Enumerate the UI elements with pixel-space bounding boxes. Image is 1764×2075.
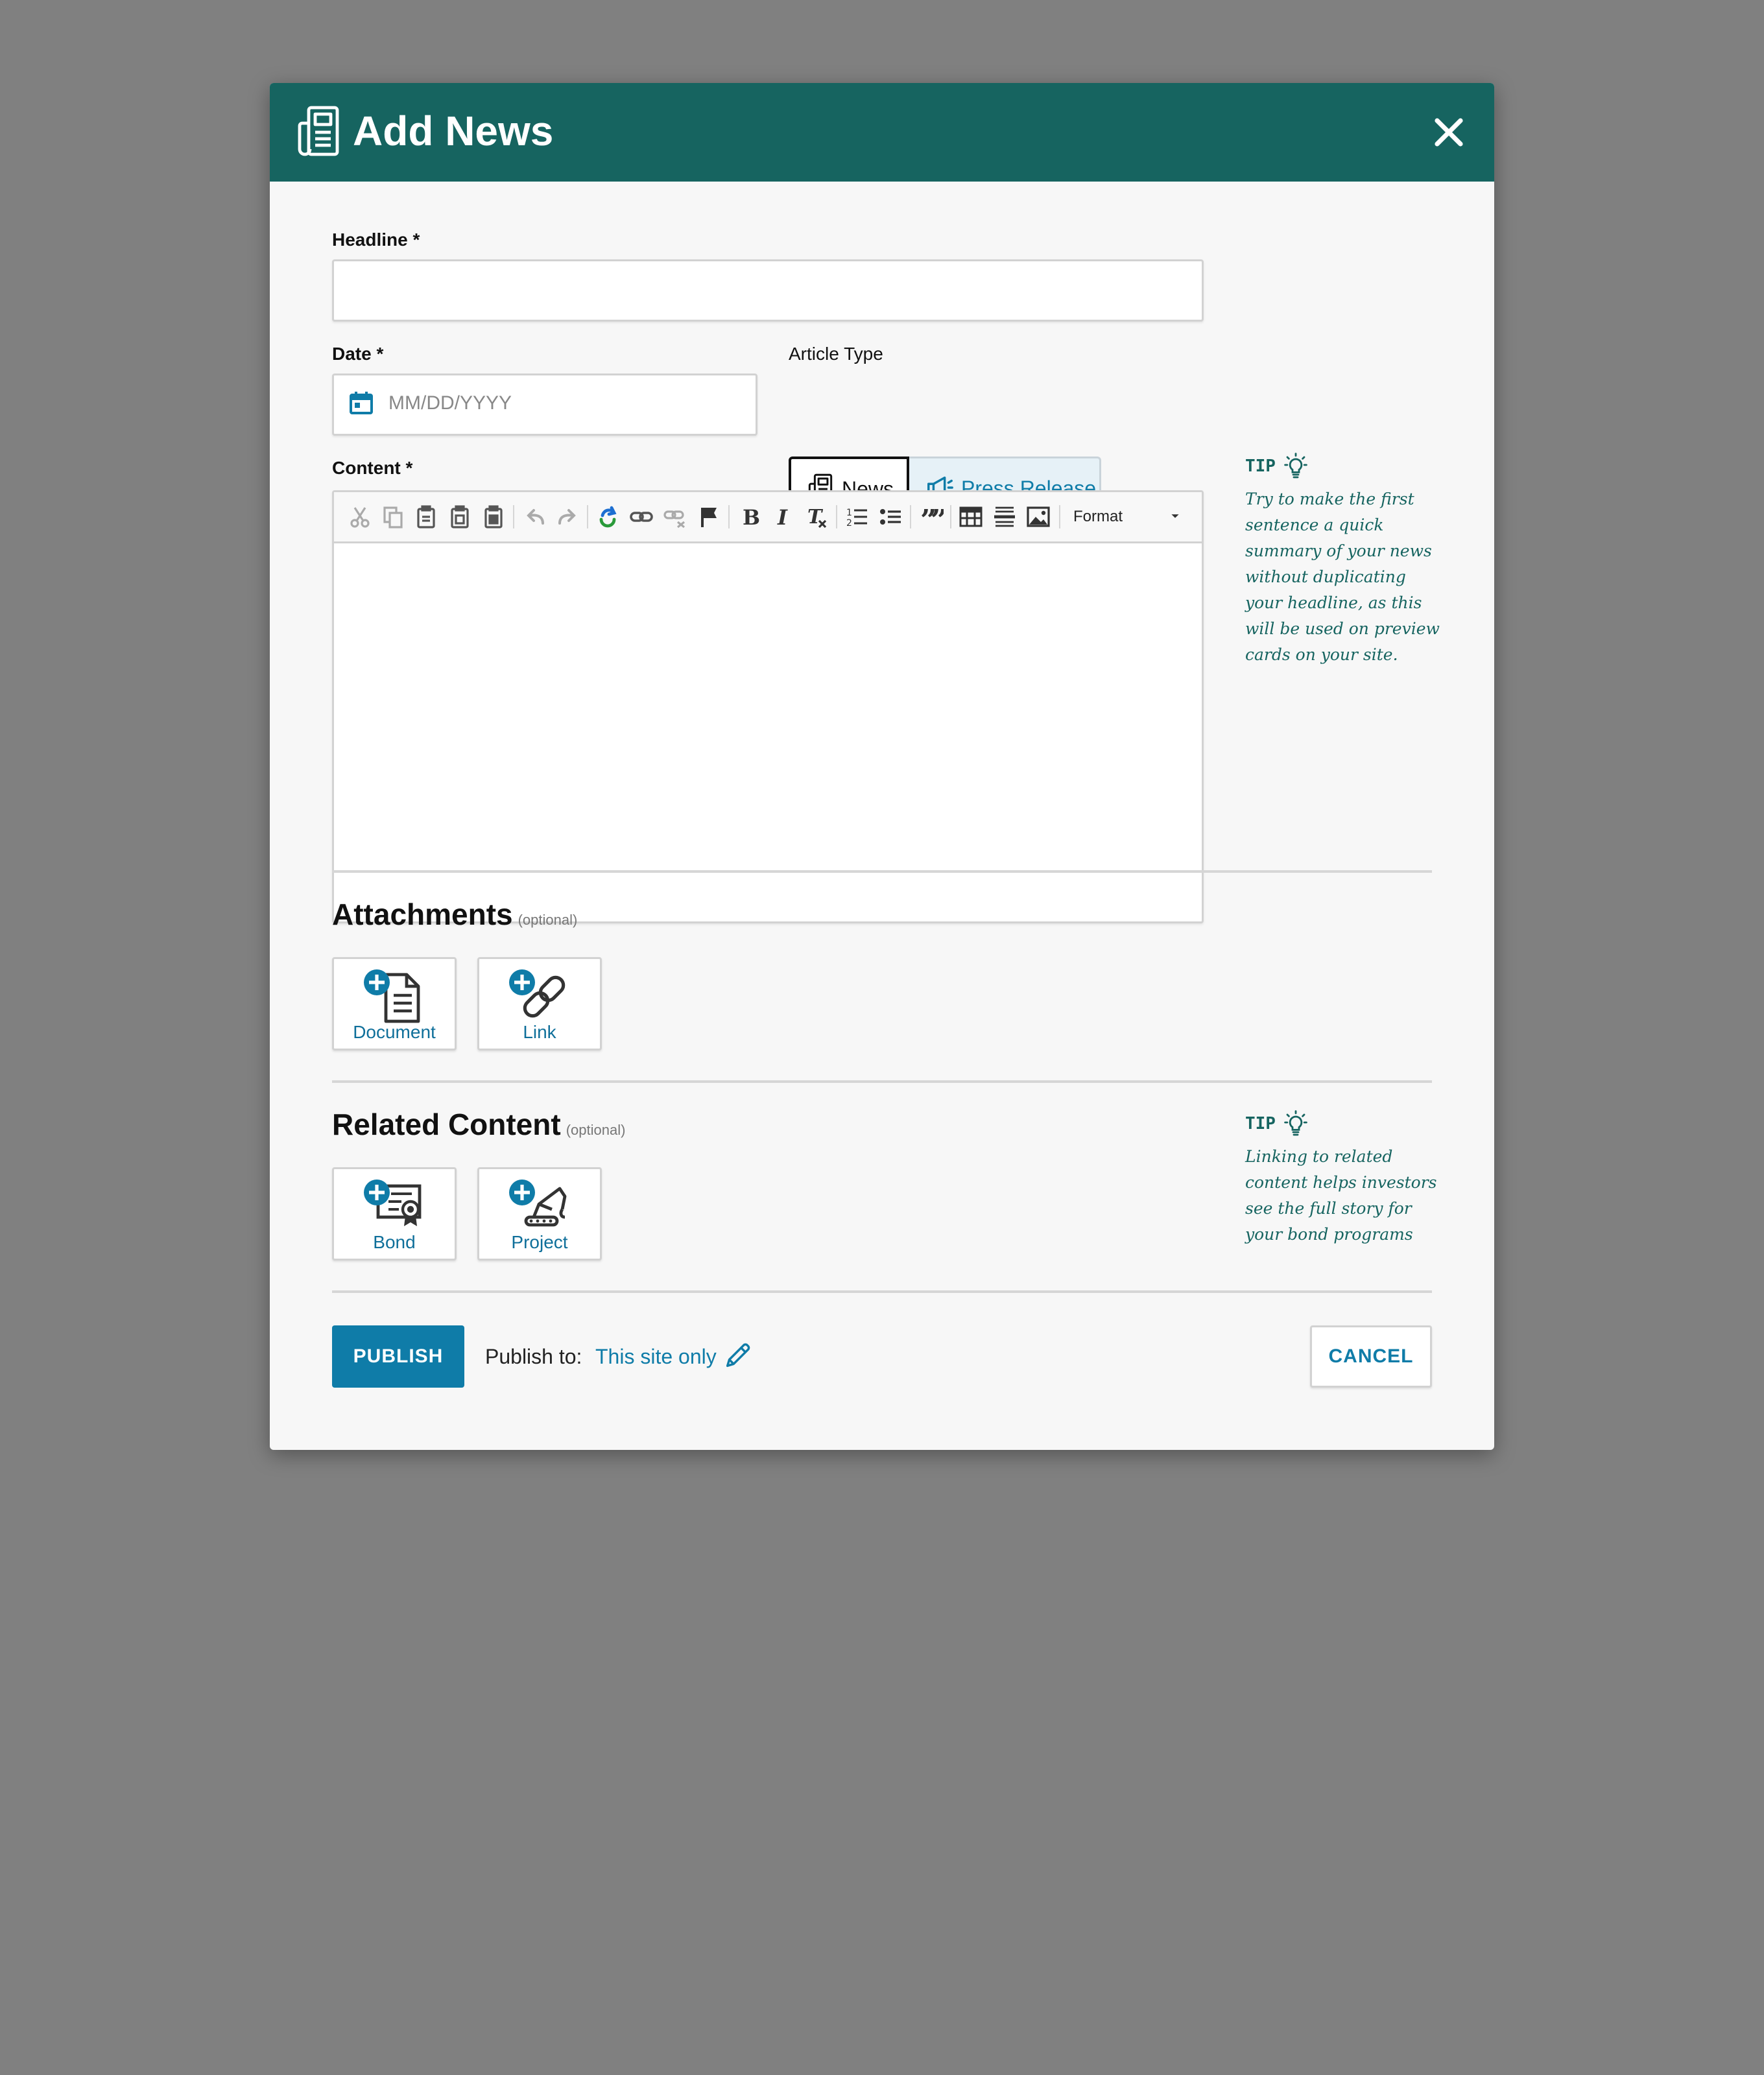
section-divider [332, 1290, 1432, 1293]
redo-icon[interactable] [554, 504, 580, 530]
toolbar-separator [513, 505, 514, 528]
article-type-label: Article Type [789, 344, 883, 364]
svg-text:I: I [777, 505, 788, 530]
add-bond-label: Bond [373, 1232, 416, 1252]
toolbar-separator [728, 505, 730, 528]
lightbulb-icon [1284, 453, 1307, 479]
format-dropdown-label: Format [1073, 508, 1123, 525]
publish-to-label: Publish to: [485, 1345, 582, 1368]
tip-line: Try to make the first [1245, 490, 1414, 508]
numbered-list-icon[interactable]: 12 [844, 504, 870, 530]
attachments-title-text: Attachments [332, 897, 513, 931]
pencil-icon[interactable] [722, 1341, 752, 1371]
content-tip-text: Try to make the first sentence a quick s… [1245, 486, 1446, 668]
add-project-icon [509, 1180, 567, 1227]
publish-target-link[interactable]: This site only [595, 1344, 717, 1370]
toolbar-separator [910, 505, 911, 528]
blockquote-icon[interactable]: ”” [918, 504, 944, 530]
toolbar-separator [1059, 505, 1060, 528]
add-link-label: Link [523, 1022, 556, 1042]
dialog-header: Add News [270, 83, 1494, 182]
related-tip-text: Linking to related content helps investo… [1245, 1144, 1446, 1248]
add-document-icon [364, 969, 420, 1023]
attachments-title: Attachments (optional) [332, 896, 577, 938]
headline-input[interactable] [332, 259, 1204, 322]
cut-icon[interactable] [347, 504, 373, 530]
anchor-flag-icon[interactable] [696, 504, 722, 530]
horizontal-rule-icon[interactable] [992, 504, 1018, 530]
add-news-dialog: Add News Headline * Date * MM/DD/YYYY Ar… [270, 83, 1494, 1450]
headline-label: Headline * [332, 230, 420, 250]
lightbulb-icon [1284, 1110, 1307, 1136]
content-editor: B I T 12 ”” Format [332, 490, 1204, 923]
tip-line: Linking to related [1245, 1147, 1393, 1166]
svg-text:”: ” [931, 504, 944, 530]
tip-line: summary of your news [1245, 541, 1432, 560]
add-document-label: Document [353, 1022, 436, 1042]
toolbar-separator [950, 505, 951, 528]
paste-text-icon[interactable] [447, 504, 473, 530]
format-dropdown[interactable]: Format [1073, 504, 1190, 530]
dialog-title: Add News [353, 108, 554, 154]
close-icon[interactable] [1429, 113, 1468, 152]
svg-text:B: B [743, 505, 760, 530]
svg-text:1: 1 [846, 508, 852, 518]
add-document-button[interactable]: Document [332, 957, 457, 1050]
link-icon[interactable] [628, 504, 654, 530]
section-divider [332, 870, 1432, 873]
content-editor-area[interactable] [334, 543, 1202, 921]
tip-line: see the full story for [1245, 1199, 1412, 1218]
section-divider [332, 1080, 1432, 1083]
svg-text:2: 2 [846, 518, 852, 528]
toolbar-separator [836, 505, 837, 528]
tip-line: cards on your site. [1245, 645, 1398, 664]
paste-icon[interactable] [413, 504, 439, 530]
publish-button[interactable]: PUBLISH [332, 1325, 464, 1388]
calendar-icon [350, 392, 373, 414]
related-content-title-text: Related Content [332, 1108, 561, 1141]
italic-icon[interactable]: I [770, 504, 796, 530]
add-project-label: Project [511, 1232, 568, 1252]
unlink-icon[interactable] [662, 504, 688, 530]
link-color-icon[interactable] [595, 504, 621, 530]
related-tip-heading: TIP [1245, 1114, 1276, 1133]
tip-line: your bond programs [1245, 1225, 1413, 1244]
tip-line: content helps investors [1245, 1173, 1437, 1192]
tip-line: without duplicating [1245, 567, 1406, 586]
tip-line: will be used on preview [1245, 619, 1440, 638]
add-bond-icon [364, 1180, 422, 1226]
optional-label: (optional) [566, 1122, 626, 1138]
clear-format-icon[interactable]: T [804, 504, 829, 530]
cancel-button[interactable]: CANCEL [1310, 1325, 1432, 1388]
undo-icon[interactable] [522, 504, 548, 530]
content-tip-heading: TIP [1245, 456, 1276, 476]
date-placeholder: MM/DD/YYYY [388, 392, 512, 414]
content-label: Content * [332, 458, 413, 478]
add-bond-button[interactable]: Bond [332, 1167, 457, 1261]
toolbar-separator [587, 505, 588, 528]
optional-label: (optional) [518, 912, 578, 928]
copy-icon[interactable] [379, 504, 405, 530]
tip-line: sentence a quick [1245, 516, 1384, 534]
table-icon[interactable] [958, 504, 984, 530]
date-label: Date * [332, 344, 384, 364]
newspaper-icon [298, 106, 339, 156]
add-link-button[interactable]: Link [477, 957, 602, 1050]
add-project-button[interactable]: Project [477, 1167, 602, 1261]
add-link-icon [509, 969, 566, 1018]
bold-icon[interactable]: B [736, 504, 762, 530]
related-content-title: Related Content (optional) [332, 1106, 625, 1148]
tip-line: your headline, as this [1245, 593, 1422, 612]
chevron-down-icon [1171, 514, 1179, 518]
paste-word-icon[interactable] [481, 504, 507, 530]
image-icon[interactable] [1025, 504, 1051, 530]
editor-toolbar: B I T 12 ”” Format [334, 492, 1202, 543]
date-input[interactable]: MM/DD/YYYY [332, 374, 757, 436]
bulleted-list-icon[interactable] [877, 504, 903, 530]
